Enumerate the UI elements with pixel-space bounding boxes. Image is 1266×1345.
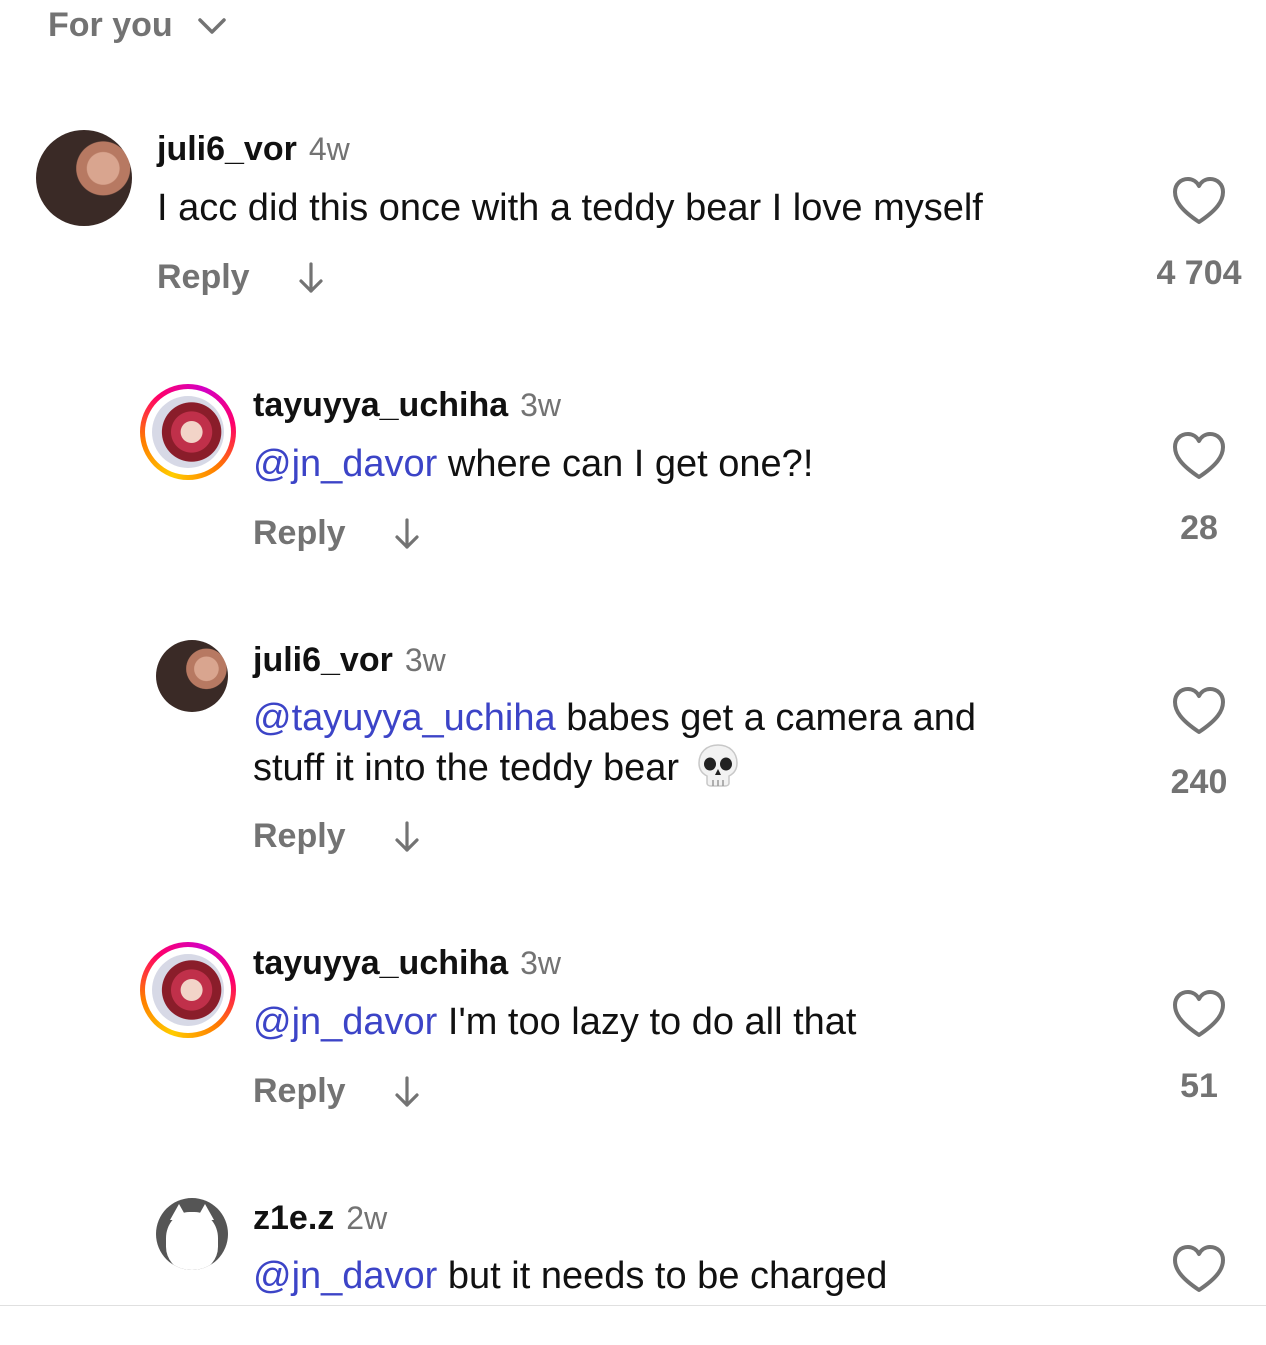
- reply-button[interactable]: Reply: [253, 1072, 346, 1111]
- avatar[interactable]: [140, 384, 236, 480]
- comment-username[interactable]: z1e.z: [253, 1199, 334, 1238]
- heart-icon[interactable]: [1171, 989, 1227, 1039]
- comment-body: I'm too lazy to do all that: [437, 1001, 857, 1043]
- avatar[interactable]: [36, 130, 132, 226]
- reply-button[interactable]: Reply: [253, 514, 346, 553]
- comment-sort-dropdown[interactable]: For you: [48, 6, 229, 45]
- mention-link[interactable]: @tayuyya_uchiha: [253, 697, 556, 739]
- mention-link[interactable]: @jn_davor: [253, 443, 437, 485]
- comment-body: I acc did this once with a teddy bear I …: [157, 187, 983, 229]
- comment-timestamp: 4w: [308, 131, 350, 167]
- heart-icon[interactable]: [1171, 176, 1227, 226]
- arrow-down-icon[interactable]: [392, 820, 422, 854]
- comment-body: babes get a camera and: [555, 697, 977, 739]
- like-count: 28: [1180, 509, 1218, 547]
- heart-icon[interactable]: [1171, 1244, 1227, 1294]
- avatar[interactable]: [156, 1198, 228, 1270]
- arrow-down-icon[interactable]: [392, 517, 422, 551]
- skull-emoji-icon: [697, 744, 738, 787]
- reply-button[interactable]: Reply: [253, 817, 346, 856]
- comment-text: @jn_davor I'm too lazy to do all that: [253, 998, 856, 1046]
- comment-username[interactable]: tayuyya_uchiha: [253, 944, 508, 983]
- comment-text: @tayuyya_uchiha babes get a camera and s…: [253, 694, 976, 792]
- heart-icon[interactable]: [1171, 686, 1227, 736]
- arrow-down-icon[interactable]: [392, 1075, 422, 1109]
- mention-link[interactable]: @jn_davor: [253, 1001, 437, 1043]
- comment-username[interactable]: juli6_vor: [253, 641, 393, 680]
- comment-username[interactable]: juli6_vor: [157, 130, 297, 169]
- comment-body-line2: stuff it into the teddy bear: [253, 747, 680, 789]
- like-count: 240: [1170, 763, 1228, 801]
- comment-timestamp: 3w: [520, 387, 562, 423]
- comment-username[interactable]: tayuyya_uchiha: [253, 386, 508, 425]
- cat-avatar-face: [166, 1204, 218, 1270]
- mention-link[interactable]: @jn_davor: [253, 1255, 437, 1297]
- comment-text: @jn_davor but it needs to be charged: [253, 1252, 887, 1300]
- comment-sort-label: For you: [48, 6, 173, 44]
- divider: [0, 1305, 1266, 1306]
- avatar-photo: [152, 954, 224, 1026]
- comment-body: but it needs to be charged: [437, 1255, 888, 1297]
- comment-timestamp: 3w: [404, 642, 446, 678]
- avatar[interactable]: [156, 640, 228, 712]
- heart-icon[interactable]: [1171, 431, 1227, 481]
- comment-text: @jn_davor where can I get one?!: [253, 440, 813, 488]
- avatar-photo: [152, 396, 224, 468]
- arrow-down-icon[interactable]: [296, 261, 326, 295]
- comment-timestamp: 2w: [346, 1200, 388, 1236]
- reply-button[interactable]: Reply: [157, 258, 250, 297]
- like-count: 4 704: [1156, 254, 1242, 292]
- comment-text: I acc did this once with a teddy bear I …: [157, 184, 983, 232]
- chevron-down-icon: [197, 17, 226, 34]
- like-count: 51: [1180, 1067, 1218, 1105]
- avatar[interactable]: [140, 942, 236, 1038]
- comment-body: where can I get one?!: [437, 443, 814, 485]
- comment-timestamp: 3w: [520, 945, 562, 981]
